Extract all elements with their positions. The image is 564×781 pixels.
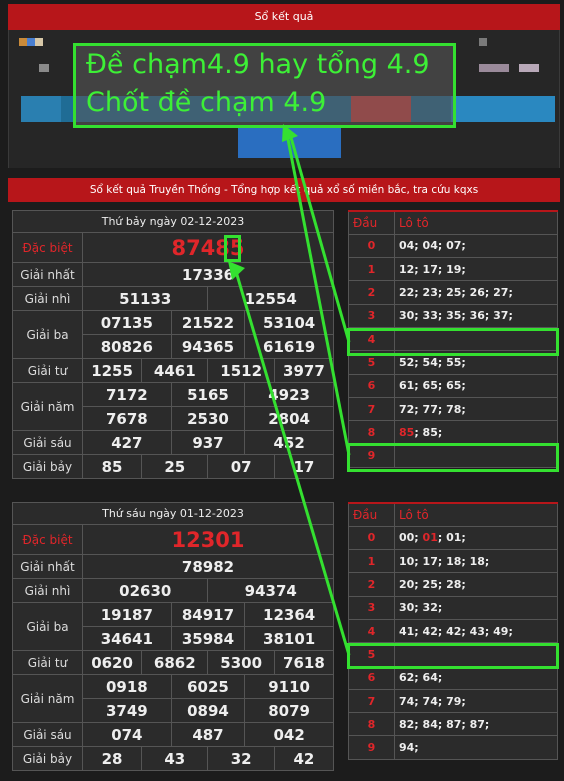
page: Sổ kết quả Đề chạm4.9 hay tổng 4.9 Chốt … [0, 0, 564, 781]
arrow-line [285, 133, 351, 456]
arrow-line [288, 133, 351, 343]
annotation-arrows [228, 124, 351, 656]
arrow-line [233, 267, 351, 656]
